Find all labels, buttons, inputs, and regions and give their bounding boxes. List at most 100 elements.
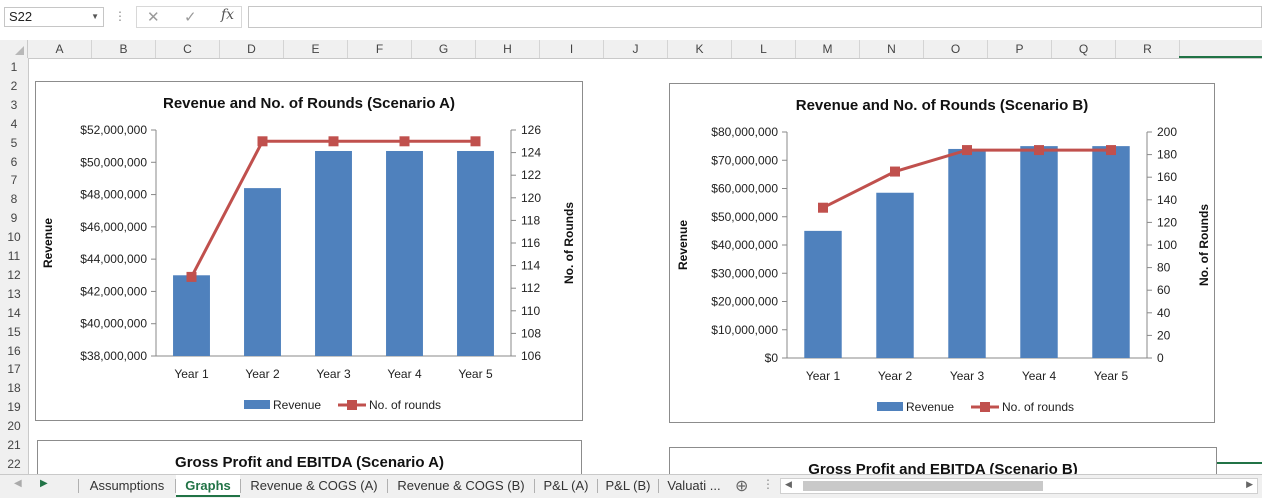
row-header-17[interactable]: 17 — [0, 360, 28, 379]
revenue-bar — [244, 188, 281, 356]
worksheet-grid[interactable]: Revenue and No. of Rounds (Scenario A) $… — [29, 56, 1262, 481]
y2-tick-label: 200 — [1157, 125, 1177, 139]
sheet-tab-bar: ◀ ▶ Assumptions Graphs Revenue & COGS (A) R… — [0, 474, 1262, 498]
column-header-f[interactable]: F — [348, 40, 412, 58]
scrollbar-thumb[interactable] — [803, 481, 1043, 491]
row-header-2[interactable]: 2 — [0, 77, 28, 96]
column-header-m[interactable]: M — [796, 40, 860, 58]
x-tick-label: Year 1 — [174, 367, 209, 381]
row-header-19[interactable]: 19 — [0, 398, 28, 417]
enter-icon[interactable]: ✓ — [184, 8, 197, 26]
add-sheet-icon[interactable]: ⊕ — [735, 476, 748, 496]
column-header-b[interactable]: B — [92, 40, 156, 58]
scroll-right-icon[interactable]: ▶ — [1246, 479, 1253, 490]
column-header-p[interactable]: P — [988, 40, 1052, 58]
horizontal-scrollbar[interactable]: ◀ ▶ — [780, 478, 1258, 494]
y-tick-label: $38,000,000 — [80, 349, 147, 363]
sheet-tab[interactable]: Revenue & COGS (A) — [241, 475, 387, 497]
column-header-l[interactable]: L — [732, 40, 796, 58]
column-header-i[interactable]: I — [540, 40, 604, 58]
row-header-21[interactable]: 21 — [0, 436, 28, 455]
formula-input[interactable] — [248, 6, 1262, 28]
sheet-tab[interactable]: Graphs — [176, 475, 240, 497]
chart-revenue-rounds-b[interactable]: Revenue and No. of Rounds (Scenario B) $… — [669, 83, 1215, 423]
row-header-14[interactable]: 14 — [0, 304, 28, 323]
y2-tick-label: 140 — [1157, 193, 1177, 207]
x-tick-label: Year 5 — [458, 367, 493, 381]
revenue-bar — [1092, 146, 1130, 358]
y-axis-title: Revenue — [41, 218, 55, 268]
row-header-22[interactable]: 22 — [0, 455, 28, 474]
row-header-10[interactable]: 10 — [0, 228, 28, 247]
chart-plot-svg: $38,000,000 $40,000,000 $42,000,000 $44,000… — [41, 123, 576, 412]
legend-rounds-label: No. of rounds — [369, 398, 441, 412]
column-header-g[interactable]: G — [412, 40, 476, 58]
scroll-left-icon[interactable]: ◀ — [785, 479, 792, 490]
rounds-marker — [1034, 145, 1044, 156]
column-header-d[interactable]: D — [220, 40, 284, 58]
y-tick-label: $46,000,000 — [80, 220, 147, 234]
name-box-dropdown-icon[interactable]: ▼ — [91, 8, 99, 26]
selected-cell-border — [1217, 462, 1262, 464]
scroll-tabs-left-icon[interactable]: ◀ — [14, 478, 22, 489]
row-header-9[interactable]: 9 — [0, 209, 28, 228]
row-header-7[interactable]: 7 — [0, 171, 28, 190]
column-header-r[interactable]: R — [1116, 40, 1180, 58]
column-headers: ABCDEFGHIJKLMNOPQR — [0, 40, 1262, 59]
column-header-j[interactable]: J — [604, 40, 668, 58]
column-header-k[interactable]: K — [668, 40, 732, 58]
y2-tick-label: 126 — [521, 123, 541, 137]
sheet-tab[interactable]: Assumptions — [79, 475, 175, 497]
x-tick-label: Year 4 — [1022, 369, 1057, 383]
row-header-15[interactable]: 15 — [0, 323, 28, 342]
revenue-bar — [457, 150, 494, 356]
row-header-8[interactable]: 8 — [0, 190, 28, 209]
legend-revenue-label: Revenue — [906, 400, 954, 414]
row-header-5[interactable]: 5 — [0, 134, 28, 153]
column-header-n[interactable]: N — [860, 40, 924, 58]
x-tick-label: Year 2 — [245, 367, 280, 381]
sheet-tab[interactable]: P&L (A) — [535, 475, 597, 497]
scroll-tabs-right-icon[interactable]: ▶ — [40, 478, 48, 489]
y2-tick-label: 116 — [521, 236, 540, 250]
y-tick-label: $20,000,000 — [711, 295, 778, 309]
y2-axis-title: No. of Rounds — [562, 202, 576, 284]
y2-tick-label: 110 — [521, 304, 540, 318]
row-header-12[interactable]: 12 — [0, 266, 28, 285]
formula-bar-grip-icon: ⋮ — [114, 9, 126, 23]
row-header-16[interactable]: 16 — [0, 342, 28, 361]
column-header-o[interactable]: O — [924, 40, 988, 58]
name-box[interactable]: S22 ▼ — [4, 7, 104, 27]
column-header-q[interactable]: Q — [1052, 40, 1116, 58]
row-header-18[interactable]: 18 — [0, 379, 28, 398]
sheet-tab[interactable]: P&L (B) — [598, 475, 658, 497]
row-header-3[interactable]: 3 — [0, 96, 28, 115]
revenue-bar — [173, 275, 210, 356]
rounds-marker — [257, 136, 268, 147]
x-tick-label: Year 4 — [387, 367, 422, 381]
y-tick-label: $48,000,000 — [80, 188, 147, 202]
column-header-h[interactable]: H — [476, 40, 540, 58]
row-header-11[interactable]: 11 — [0, 247, 28, 266]
x-tick-label: Year 3 — [950, 369, 985, 383]
cancel-icon[interactable]: ✕ — [147, 8, 160, 26]
row-header-1[interactable]: 1 — [0, 58, 28, 77]
rounds-marker — [818, 202, 828, 213]
insert-function-icon[interactable]: fx — [221, 7, 234, 23]
name-box-value: S22 — [9, 9, 33, 24]
chart-plot-svg: $0 $10,000,000 $20,000,000 $30,000,000 $40,0… — [676, 125, 1211, 414]
y2-tick-label: 60 — [1157, 283, 1171, 297]
column-header-a[interactable]: A — [28, 40, 92, 58]
column-header-e[interactable]: E — [284, 40, 348, 58]
row-header-4[interactable]: 4 — [0, 115, 28, 134]
row-header-13[interactable]: 13 — [0, 285, 28, 304]
row-header-20[interactable]: 20 — [0, 417, 28, 436]
y2-tick-label: 100 — [1157, 238, 1177, 252]
sheet-tab[interactable]: Valuati ... — [659, 475, 729, 497]
row-header-6[interactable]: 6 — [0, 153, 28, 172]
select-all-corner[interactable] — [0, 40, 28, 58]
column-header-c[interactable]: C — [156, 40, 220, 58]
row-headers: 1 2 3 4 5 6 7 8 9 10 11 12 13 14 15 16 17 18 19 20 21 22 — [0, 58, 29, 474]
sheet-tab[interactable]: Revenue & COGS (B) — [388, 475, 534, 497]
chart-revenue-rounds-a[interactable]: Revenue and No. of Rounds (Scenario A) $… — [35, 81, 583, 421]
